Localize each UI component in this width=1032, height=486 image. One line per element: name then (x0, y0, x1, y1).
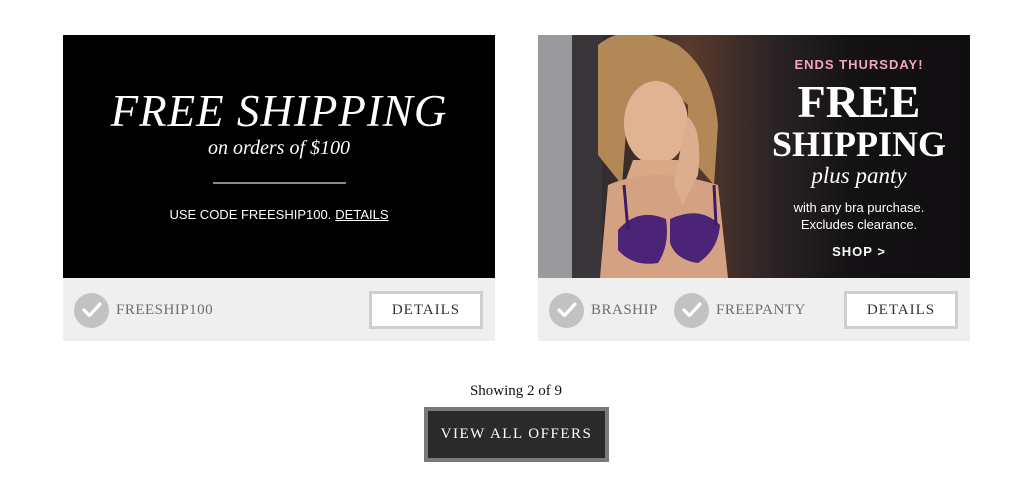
offer-footer: BRASHIP FREEPANTY DETAILS (538, 278, 970, 341)
shop-link[interactable]: SHOP > (748, 244, 970, 259)
promo-text-block: ENDS THURSDAY! FREE SHIPPING plus panty … (748, 35, 970, 278)
banner-terms-line1: with any bra purchase. (793, 200, 925, 215)
offer-footer: FREESHIP100 DETAILS (63, 278, 495, 341)
offer-card-brasship: ENDS THURSDAY! FREE SHIPPING plus panty … (538, 35, 970, 341)
checkmark-icon (74, 292, 109, 328)
banner-terms-line2: Excludes clearance. (800, 217, 918, 232)
banner-code-line: USE CODE FREESHIP100. DETAILS (63, 207, 495, 222)
offer-banner-free-shipping-panty[interactable]: ENDS THURSDAY! FREE SHIPPING plus panty … (538, 35, 970, 278)
offer-banner-freeship[interactable]: FREE SHIPPING on orders of $100 USE CODE… (63, 35, 495, 278)
banner-title: FREE SHIPPING (110, 86, 448, 136)
offer-card-freeship: FREE SHIPPING on orders of $100 USE CODE… (63, 35, 495, 341)
details-button[interactable]: DETAILS (844, 291, 958, 329)
promo-code-label: BRASHIP (591, 301, 658, 318)
promo-code-item: BRASHIP (549, 292, 658, 328)
view-all-offers-button[interactable]: VIEW ALL OFFERS (424, 407, 609, 462)
banner-subtitle: on orders of $100 (207, 137, 351, 159)
banner-title-line2: SHIPPING (771, 124, 947, 164)
ends-label: ENDS THURSDAY! (794, 57, 924, 72)
banner-subtitle: plus panty (811, 163, 907, 188)
promo-code-label: FREESHIP100 (116, 301, 214, 318)
banner-details-link[interactable]: DETAILS (335, 207, 388, 222)
details-button[interactable]: DETAILS (369, 291, 483, 329)
promo-code-label: FREEPANTY (716, 301, 806, 318)
pagination-status: Showing 2 of 9 (469, 383, 563, 399)
checkmark-icon (674, 292, 709, 328)
promo-code-item: FREESHIP100 (74, 292, 213, 328)
banner-code-text: USE CODE FREESHIP100. (169, 207, 332, 222)
checkmark-icon (549, 292, 584, 328)
banner-title-line1: FREE (797, 76, 921, 127)
promo-code-item: FREEPANTY (674, 292, 806, 328)
divider (213, 182, 346, 184)
